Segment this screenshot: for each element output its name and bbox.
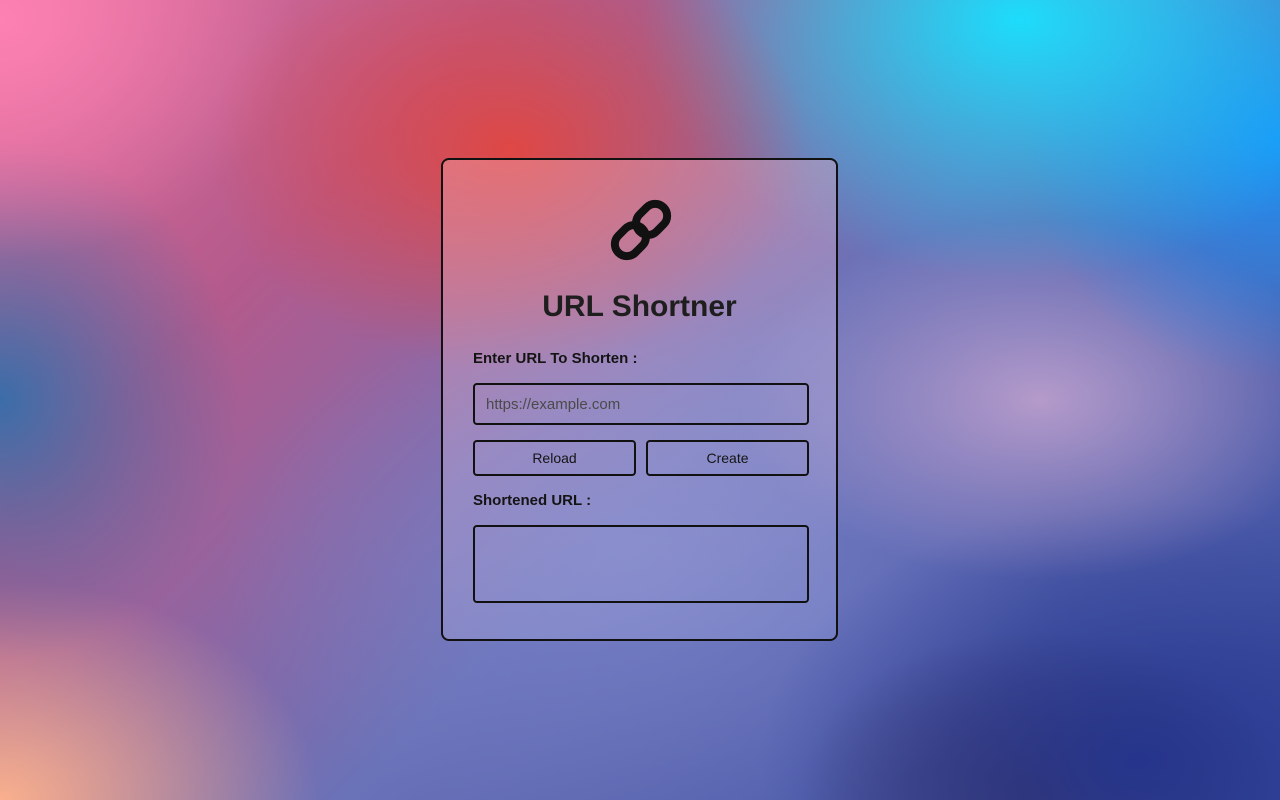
page-title: URL Shortner [542,290,737,323]
reload-button[interactable]: Reload [473,440,636,476]
url-shortener-card: URL Shortner Enter URL To Shorten : Relo… [441,158,838,641]
link-icon [610,199,672,261]
url-input-label: Enter URL To Shorten : [473,350,638,367]
shortened-url-label: Shortened URL : [473,492,592,509]
shortened-url-output[interactable] [473,525,809,603]
create-button[interactable]: Create [646,440,809,476]
url-input[interactable] [473,383,809,425]
